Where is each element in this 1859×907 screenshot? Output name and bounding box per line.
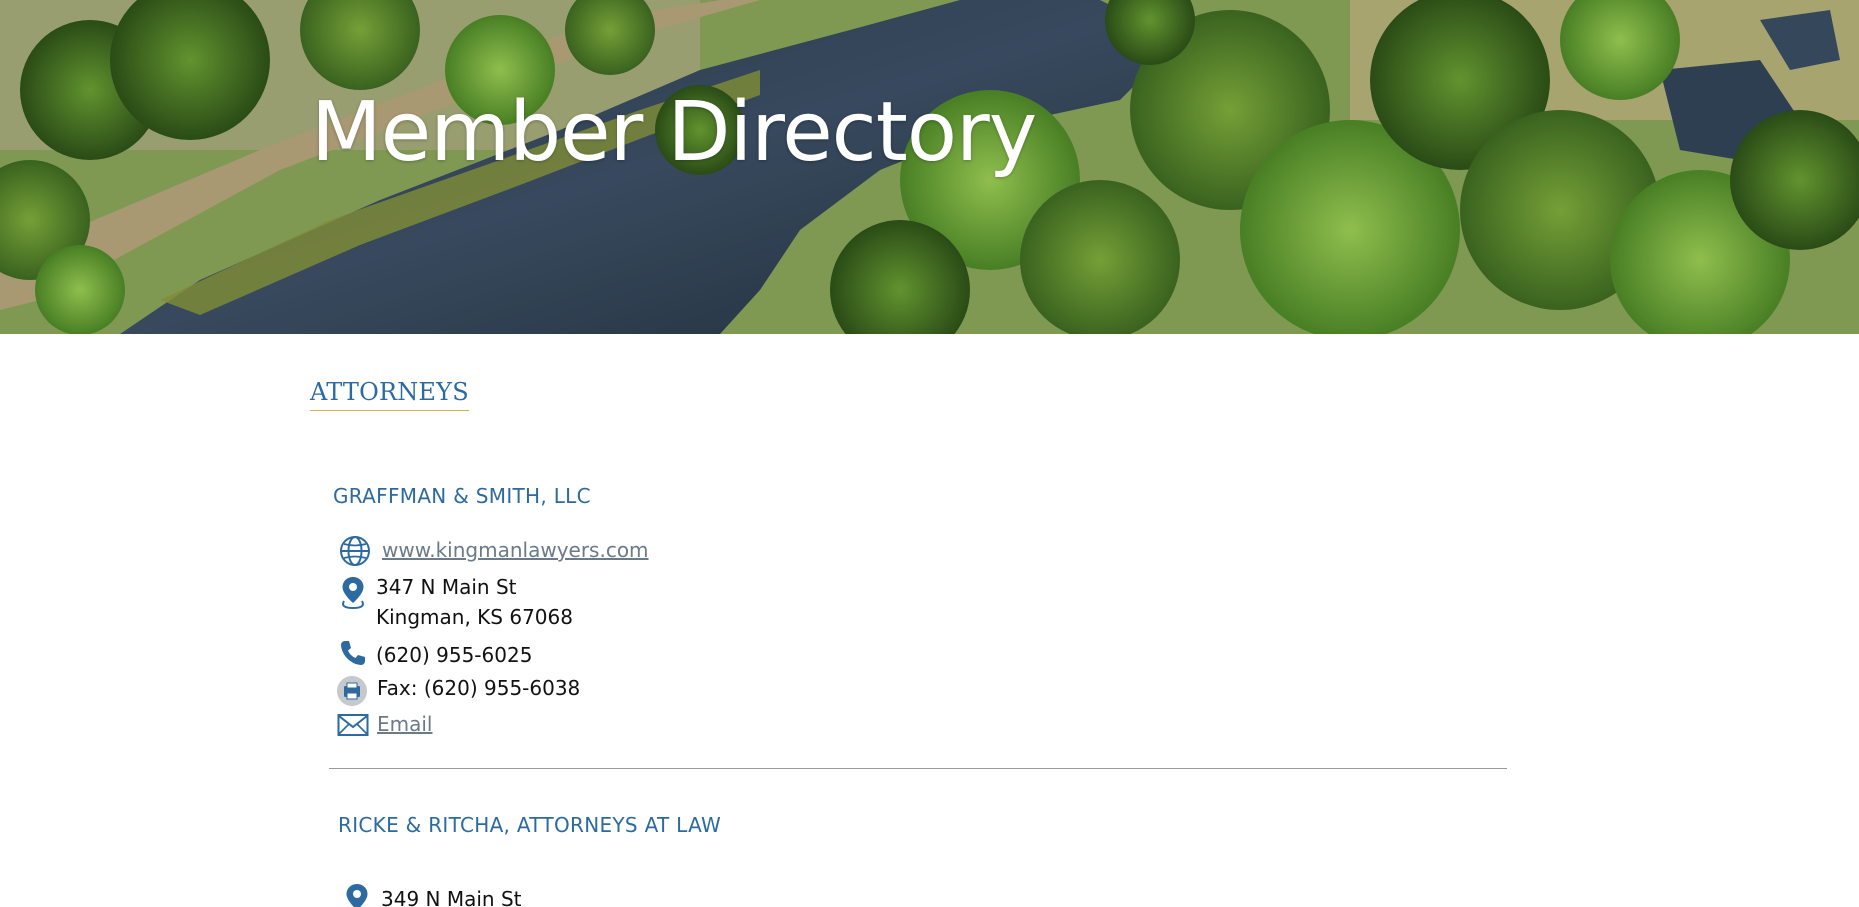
- fax-icon: [336, 675, 368, 711]
- company-name: RICKE & RITCHA, ATTORNEYS AT LAW: [338, 813, 722, 837]
- website-link[interactable]: www.kingmanlawyers.com: [382, 535, 649, 565]
- hero-banner: Member Directory: [0, 0, 1859, 334]
- address-line-1: 349 N Main St: [381, 887, 522, 907]
- page-title: Member Directory: [311, 85, 1037, 180]
- email-link[interactable]: Email: [377, 709, 433, 739]
- fax-number: Fax: (620) 955-6038: [377, 676, 581, 700]
- map-pin-icon: [338, 575, 368, 615]
- globe-icon: [339, 535, 371, 571]
- address-line-2: Kingman, KS 67068: [376, 605, 573, 629]
- envelope-icon: [337, 713, 369, 741]
- address-line-1: 347 N Main St: [376, 575, 517, 599]
- company-name: GRAFFMAN & SMITH, LLC: [333, 484, 591, 508]
- section-heading-attorneys: ATTORNEYS: [310, 378, 469, 411]
- phone-icon: [338, 638, 368, 672]
- entry-divider: [329, 768, 1507, 769]
- phone-number: (620) 955-6025: [376, 643, 533, 667]
- page: Member Directory ATTORNEYS GRAFFMAN & SM…: [0, 0, 1859, 907]
- map-pin-icon: [342, 882, 372, 907]
